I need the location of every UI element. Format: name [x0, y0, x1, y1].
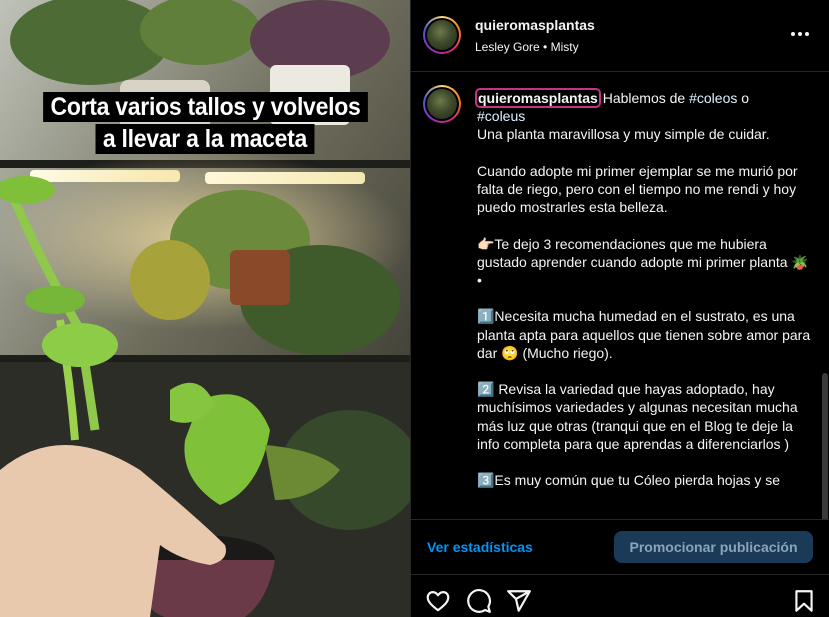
caption-body: Una planta maravillosa y muy simple de c…	[477, 126, 811, 489]
more-horizontal-icon[interactable]	[788, 24, 812, 44]
comment-icon[interactable]	[466, 588, 492, 614]
promote-post-button[interactable]: Promocionar publicación	[614, 531, 813, 563]
view-insights-link[interactable]: Ver estadísticas	[427, 539, 533, 555]
heart-icon[interactable]	[425, 588, 451, 614]
caption-line-1: Corta varios tallos y volvelos	[42, 92, 368, 122]
caption-section: quieromasplantas Hablemos de #coleos o #…	[411, 73, 829, 519]
post-header: quieromasplantas Lesley Gore • Misty	[411, 0, 829, 72]
hashtag-coleus[interactable]: #coleus	[477, 108, 525, 124]
caption-avatar[interactable]	[423, 85, 461, 123]
avatar[interactable]	[423, 16, 461, 54]
header-username[interactable]: quieromasplantas	[475, 17, 595, 33]
caption-or: o	[741, 90, 750, 106]
insights-bar: Ver estadísticas Promocionar publicación	[411, 519, 829, 575]
audio-track[interactable]: Lesley Gore • Misty	[475, 40, 579, 54]
send-icon[interactable]	[506, 588, 532, 614]
video-caption: Corta varios tallos y volvelos a llevar …	[0, 92, 410, 154]
post-actions	[411, 576, 829, 617]
caption-author[interactable]: quieromasplantas	[475, 88, 601, 108]
scrollbar[interactable]	[822, 373, 828, 519]
caption-intro: Hablemos de	[598, 90, 690, 106]
bookmark-icon[interactable]	[791, 588, 817, 614]
post-panel: quieromasplantas Lesley Gore • Misty qui…	[410, 0, 829, 617]
hashtag-coleos[interactable]: #coleos	[689, 90, 737, 106]
post-caption: quieromasplantas Hablemos de #coleos o #…	[475, 88, 817, 489]
caption-line-2: a llevar a la maceta	[95, 124, 315, 154]
post-video[interactable]: Corta varios tallos y volvelos a llevar …	[0, 0, 410, 617]
